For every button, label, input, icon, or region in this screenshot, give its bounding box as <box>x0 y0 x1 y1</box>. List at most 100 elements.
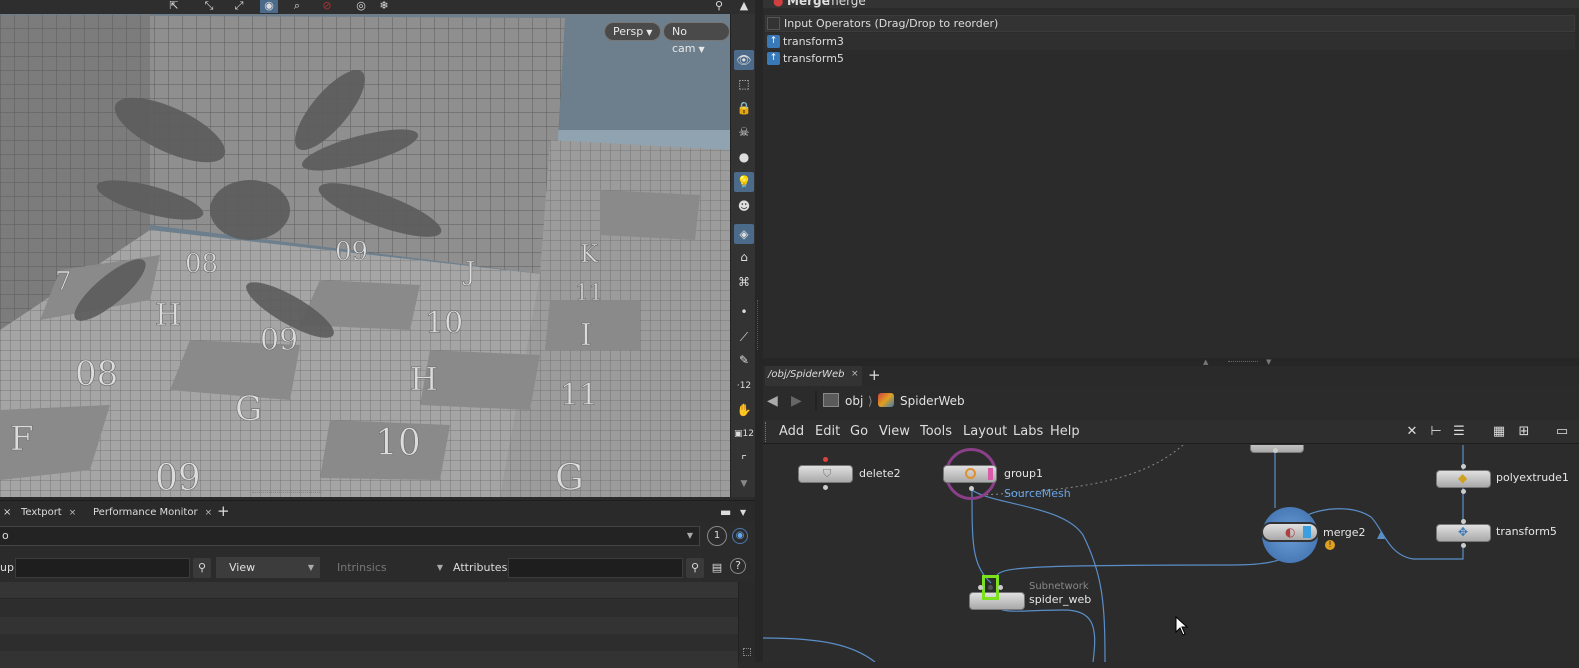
select-tool-icon[interactable]: ⇱ <box>165 0 183 13</box>
floor-label: 08 <box>75 354 118 394</box>
point-numbers-icon[interactable]: ·12 <box>734 376 754 396</box>
template-icon[interactable]: ⬚ <box>734 74 754 94</box>
rotate-tool-icon[interactable]: ⤢ <box>230 0 248 13</box>
menu-add[interactable]: Add <box>779 420 804 444</box>
input-operators-header: Input Operators (Drag/Drop to reorder) <box>765 15 1575 32</box>
forward-arrow-icon[interactable]: ▶ <box>791 392 802 411</box>
menu-help[interactable]: Help <box>1050 420 1080 444</box>
corner-icon[interactable]: ⌜ <box>734 450 754 470</box>
view-label: View <box>229 561 256 574</box>
brush-icon[interactable]: ✎ <box>734 350 754 370</box>
view-tool-icon[interactable]: ◉ <box>260 0 278 13</box>
snowflake-icon[interactable]: ❄ <box>375 0 393 13</box>
breadcrumb-spiderweb[interactable]: SpiderWeb <box>878 392 965 411</box>
filter-icon[interactable]: ⚲ <box>686 558 704 578</box>
grid-view-icon[interactable]: ⊞ <box>1515 422 1533 442</box>
wrench-icon[interactable]: ✕ <box>1403 422 1421 442</box>
table-row[interactable] <box>0 634 738 651</box>
options-icon[interactable]: ▤ <box>708 558 726 578</box>
pin-tool-icon[interactable]: ⚲ <box>710 0 728 13</box>
floor-label: G <box>235 389 262 429</box>
node-merge2[interactable]: ◐ <box>1261 522 1319 542</box>
menu-layout[interactable]: Layout <box>963 420 1007 444</box>
close-icon[interactable]: × <box>3 504 11 521</box>
warning-icon[interactable]: ! <box>1325 540 1335 550</box>
eye-icon[interactable]: 👁 <box>734 50 754 70</box>
jump-to-node-icon[interactable]: ↑ <box>767 35 780 48</box>
filter-icon[interactable]: ⚲ <box>193 558 211 578</box>
pane-menu-icon[interactable]: ▼ <box>740 504 746 521</box>
menu-edit[interactable]: Edit <box>815 420 840 444</box>
close-icon[interactable]: × <box>205 508 213 518</box>
edge-icon[interactable]: ⟋ <box>734 327 754 347</box>
visualize-icon[interactable]: ⌂ <box>734 247 754 267</box>
snap-icon[interactable]: ◎ <box>352 0 370 13</box>
color-palette-icon[interactable]: ▦ <box>1490 422 1508 442</box>
menu-view[interactable]: View <box>879 420 910 444</box>
network-canvas[interactable]: ⛉ delete2 group1 SourceMesh ◐ merge2 ! ◆… <box>763 445 1579 662</box>
node-transform5[interactable]: ✥ <box>1436 524 1491 542</box>
add-tab-icon[interactable]: + <box>868 366 881 384</box>
viewport-resize-handle[interactable] <box>252 492 322 497</box>
camera-icon[interactable]: ⌘ <box>734 272 754 292</box>
breadcrumb-obj[interactable]: obj <box>823 392 863 411</box>
spreadsheet-scrollbar[interactable] <box>738 582 755 662</box>
persp-menu-button[interactable]: Persp ▼ <box>604 22 662 41</box>
tab-textport[interactable]: Textport × <box>21 504 76 521</box>
node-name-field[interactable]: merge <box>827 0 866 8</box>
stop-icon[interactable]: ⊘ <box>318 0 336 13</box>
pane-splitter-vertical[interactable] <box>755 0 763 662</box>
camera-menu-button[interactable]: No cam ▼ <box>663 22 730 55</box>
help-icon[interactable]: ? <box>730 558 746 574</box>
close-icon[interactable]: × <box>69 508 77 518</box>
zoom-tool-icon[interactable]: ⌕ <box>288 0 306 13</box>
node-polyextrude1[interactable]: ◆ <box>1436 470 1491 488</box>
menu-labs[interactable]: Labs <box>1013 420 1043 444</box>
pane-splitter-horizontal[interactable]: ▲ ▼ <box>763 358 1579 366</box>
node-label: group1 <box>1004 467 1043 480</box>
page-number-button[interactable]: 1 <box>707 526 727 546</box>
tab-label: Textport <box>21 507 62 518</box>
tab-network[interactable]: /obj/SpiderWeb × <box>765 366 862 386</box>
point-icon[interactable]: • <box>734 302 754 322</box>
ghost-icon[interactable]: ☠ <box>734 122 754 142</box>
lock-icon[interactable]: 🔒 <box>734 98 754 118</box>
group-field[interactable] <box>15 558 190 578</box>
scene-viewport[interactable]: 08 09 J K 11 H 10 I 08 09 H 11 G 10 F 09… <box>0 0 730 497</box>
spreadsheet-table[interactable] <box>0 582 738 668</box>
light-icon[interactable]: 💡 <box>734 172 754 192</box>
node-delete2[interactable]: ⛉ <box>798 465 853 483</box>
table-row[interactable] <box>0 617 738 634</box>
tree-view-icon[interactable]: ⊢ <box>1427 422 1445 442</box>
spreadsheet-path-field[interactable]: o ▼ <box>0 526 700 546</box>
intrinsics-dropdown[interactable]: Intrinsics ▼ <box>324 557 449 578</box>
input-operator-row[interactable]: ↑ transform5 <box>765 50 1575 67</box>
close-icon[interactable]: × <box>851 369 859 379</box>
scroll-up-icon[interactable]: ▲ <box>735 0 753 13</box>
list-view-icon[interactable]: ☰ <box>1450 422 1468 442</box>
move-tool-icon[interactable]: ⤡ <box>200 0 218 13</box>
jump-to-node-icon[interactable]: ↑ <box>767 52 780 65</box>
link-icon[interactable]: ◉ <box>732 528 748 544</box>
sphere-icon[interactable]: ● <box>734 147 754 167</box>
hand-icon[interactable]: ✋ <box>734 400 754 420</box>
table-row[interactable] <box>0 651 738 668</box>
options-icon[interactable]: ▭ <box>1553 422 1571 442</box>
view-dropdown[interactable]: View ▼ <box>216 557 320 578</box>
node-type-comment: Subnetwork <box>1029 581 1089 592</box>
input-operator-row[interactable]: ↑ transform3 <box>765 33 1575 50</box>
prim-numbers-icon[interactable]: ▣12 <box>734 424 754 444</box>
select-all-checkbox[interactable] <box>767 17 780 30</box>
back-arrow-icon[interactable]: ◀ <box>767 392 778 411</box>
table-row[interactable] <box>0 600 738 617</box>
shading-icon[interactable]: ◈ <box>734 224 754 244</box>
menu-tools[interactable]: Tools <box>920 420 952 444</box>
maximize-icon[interactable]: ▬ <box>720 504 731 521</box>
attributes-field[interactable] <box>508 558 683 578</box>
menu-go[interactable]: Go <box>850 420 868 444</box>
scroll-down-icon[interactable]: ▼ <box>734 474 754 494</box>
tab-performance-monitor[interactable]: Performance Monitor × <box>93 504 212 521</box>
skull-icon[interactable]: ☻ <box>734 196 754 216</box>
node-group1[interactable] <box>943 465 997 483</box>
add-tab-icon[interactable]: + <box>217 504 230 521</box>
